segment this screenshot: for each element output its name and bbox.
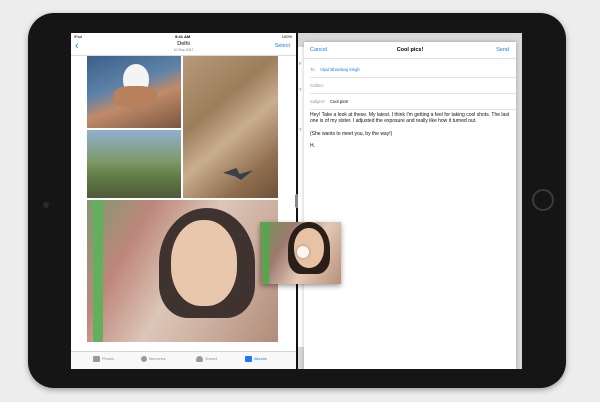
photos-icon: [93, 356, 100, 362]
battery-level: 100%: [281, 34, 292, 39]
cc-bcc-field[interactable]: Cc/Bcc:: [310, 78, 516, 94]
green-pole-shape: [93, 200, 103, 342]
clock: 9:41 AM: [175, 34, 191, 39]
tab-photos[interactable]: Photos: [93, 356, 114, 362]
compose-header: Cancel Cool pics! Send: [304, 42, 516, 59]
album-date: 10 Sep 2017: [173, 48, 194, 52]
home-button[interactable]: [532, 189, 554, 211]
body-paragraph: (She wants to meet you, by the way!): [310, 130, 393, 137]
cloud-icon: [196, 356, 203, 362]
tab-shared[interactable]: Shared: [196, 356, 217, 362]
hands-shape: [113, 86, 157, 108]
face-shape: [171, 220, 237, 306]
photos-app: iPad 9:41 AM 100% ‹ Delhi 10 Sep 2017 Se…: [71, 33, 296, 369]
send-button[interactable]: Send: [496, 47, 509, 53]
tab-albums[interactable]: Albums: [245, 356, 267, 362]
front-camera: [43, 202, 49, 208]
ipad-screen: iPad 9:41 AM 100% ‹ Delhi 10 Sep 2017 Se…: [71, 33, 522, 369]
album-title: Delhi: [177, 41, 190, 47]
body-signature: H.: [310, 143, 315, 150]
mail-compose-sheet: Cancel Cool pics! Send To: Vipul Bhardwa…: [304, 42, 516, 369]
compose-title: Cool pics!: [396, 47, 424, 53]
tab-memories-label: Memories: [149, 357, 166, 361]
photo-girl-laughing[interactable]: [87, 200, 278, 342]
photos-tab-bar: Photos Memories Shared Albums: [71, 351, 296, 369]
photo-dove-hands[interactable]: [87, 56, 181, 128]
to-field[interactable]: To: Vipul Bhardwaj Singh: [310, 62, 516, 78]
bird-shape: [223, 168, 253, 180]
carrier-label: iPad: [74, 34, 83, 39]
photo-group-friends[interactable]: [87, 130, 181, 198]
tab-shared-label: Shared: [205, 357, 218, 361]
to-label: To:: [310, 67, 316, 72]
albums-icon: [245, 356, 252, 362]
touch-indicator: [297, 246, 309, 258]
memories-icon: [141, 356, 147, 362]
message-body[interactable]: Hey! Take a look at these. My latest. I …: [310, 112, 510, 156]
tab-albums-label: Albums: [254, 357, 267, 361]
subject-field[interactable]: Subject: Cool pics!: [310, 94, 516, 110]
to-recipient[interactable]: Vipul Bhardwaj Singh: [320, 67, 360, 72]
tab-photos-label: Photos: [102, 357, 114, 361]
green-pole-shape: [263, 222, 269, 284]
subject-label: Subject:: [310, 99, 326, 104]
photo-stairs[interactable]: [183, 56, 278, 198]
photos-nav-bar: ‹ Delhi 10 Sep 2017 Select: [71, 40, 296, 56]
body-paragraph: Hey! Take a look at these. My latest. I …: [310, 112, 510, 125]
subject-value[interactable]: Cool pics!: [330, 99, 348, 104]
tab-memories[interactable]: Memories: [141, 356, 166, 362]
select-button[interactable]: Select: [275, 43, 290, 49]
cc-bcc-label: Cc/Bcc:: [310, 83, 325, 88]
